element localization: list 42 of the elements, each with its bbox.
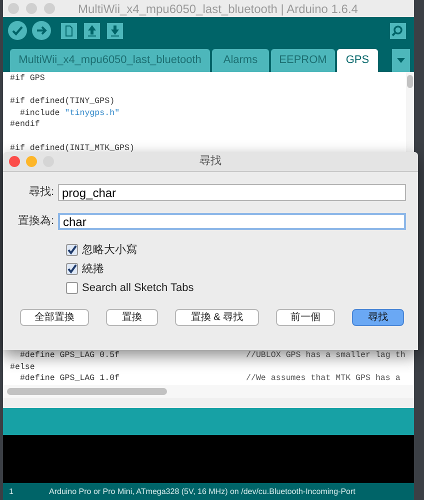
horizontal-scrollbar[interactable] [7, 388, 167, 395]
caret-icon [397, 58, 405, 63]
code-line: #if defined(TINY_GPS) [10, 96, 115, 108]
checkbox[interactable] [66, 263, 78, 275]
dialog-button[interactable]: 尋找 [352, 309, 404, 326]
upload-icon[interactable] [32, 21, 51, 40]
code-comment: //We assumes that MTK GPS has a [246, 373, 400, 385]
code-line: #include "tinygps.h" [18, 108, 120, 120]
field-label: 置換為: [16, 214, 55, 230]
minimize-button[interactable] [26, 156, 37, 167]
new-file-icon[interactable] [61, 22, 77, 38]
code-line: #define GPS_LAG 1.0f [18, 373, 120, 385]
code-line: #if GPS [10, 73, 45, 85]
verify-icon[interactable] [8, 21, 27, 40]
open-icon[interactable] [84, 22, 100, 38]
text-field[interactable]: char [58, 213, 406, 230]
code-line: #else [10, 362, 35, 374]
checkbox[interactable] [66, 282, 78, 294]
code-line: #if defined(INIT_MTK_GPS) [10, 142, 134, 152]
editor-tab[interactable]: GPS [337, 49, 378, 72]
text-field[interactable]: prog_char [58, 184, 406, 201]
option-label: Search all Sketch Tabs [82, 280, 194, 296]
line-number: 1 [9, 486, 14, 498]
tab-menu-button[interactable] [392, 49, 410, 72]
scrollbar-thumb[interactable] [407, 75, 413, 88]
code-line: #define GPS_LAG 0.5f [18, 350, 120, 362]
code-line: #endif [10, 119, 40, 131]
board-info: Arduino Pro or Pro Mini, ATmega328 (5V, 16 MHz) on /dev/cu.Bluetooth-Incoming-Port [49, 486, 356, 498]
option-label: 繞捲 [82, 262, 104, 277]
save-icon[interactable] [107, 22, 123, 38]
window-title: MultiWii_x4_mpu6050_last_bluetooth | Arduino 1.6.4 [78, 0, 358, 18]
checkbox[interactable] [66, 244, 78, 256]
dialog-button[interactable]: 前一個 [276, 309, 335, 326]
serial-monitor-icon[interactable] [390, 22, 406, 38]
code-comment: //UBLOX GPS has a smaller lag th [246, 350, 406, 362]
dialog-button[interactable]: 置換 [106, 309, 158, 326]
option-label: 忽略大小寫 [82, 242, 137, 258]
dialog-title: 尋找 [198, 154, 222, 170]
dialog-button[interactable]: 全部置換 [20, 309, 89, 326]
field-label: 尋找: [28, 185, 55, 200]
dialog-button[interactable]: 置換 & 尋找 [175, 309, 259, 326]
close-button[interactable] [9, 156, 20, 167]
